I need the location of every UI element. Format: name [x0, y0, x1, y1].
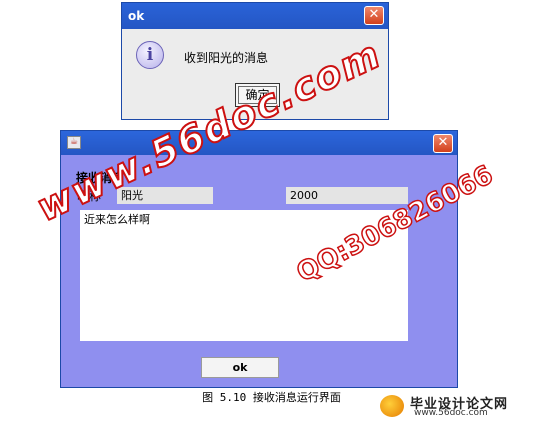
dialog-title: ok — [128, 9, 145, 23]
logo-url: www.56doc.com — [414, 408, 488, 418]
java-app-icon: ☕ — [67, 136, 81, 149]
dialog-close-button[interactable]: ✕ — [364, 6, 384, 25]
dialog-titlebar[interactable]: ok ✕ — [122, 3, 388, 29]
number-field[interactable]: 2000 — [286, 187, 408, 204]
ok-button[interactable]: ok — [201, 357, 279, 378]
logo-badge-icon — [380, 395, 404, 417]
site-logo: 毕业设计论文网 www.56doc.com — [380, 393, 540, 421]
dialog-message: 收到阳光的消息 — [184, 51, 269, 65]
info-icon: i — [136, 41, 164, 69]
window-close-button[interactable]: ✕ — [433, 134, 453, 153]
